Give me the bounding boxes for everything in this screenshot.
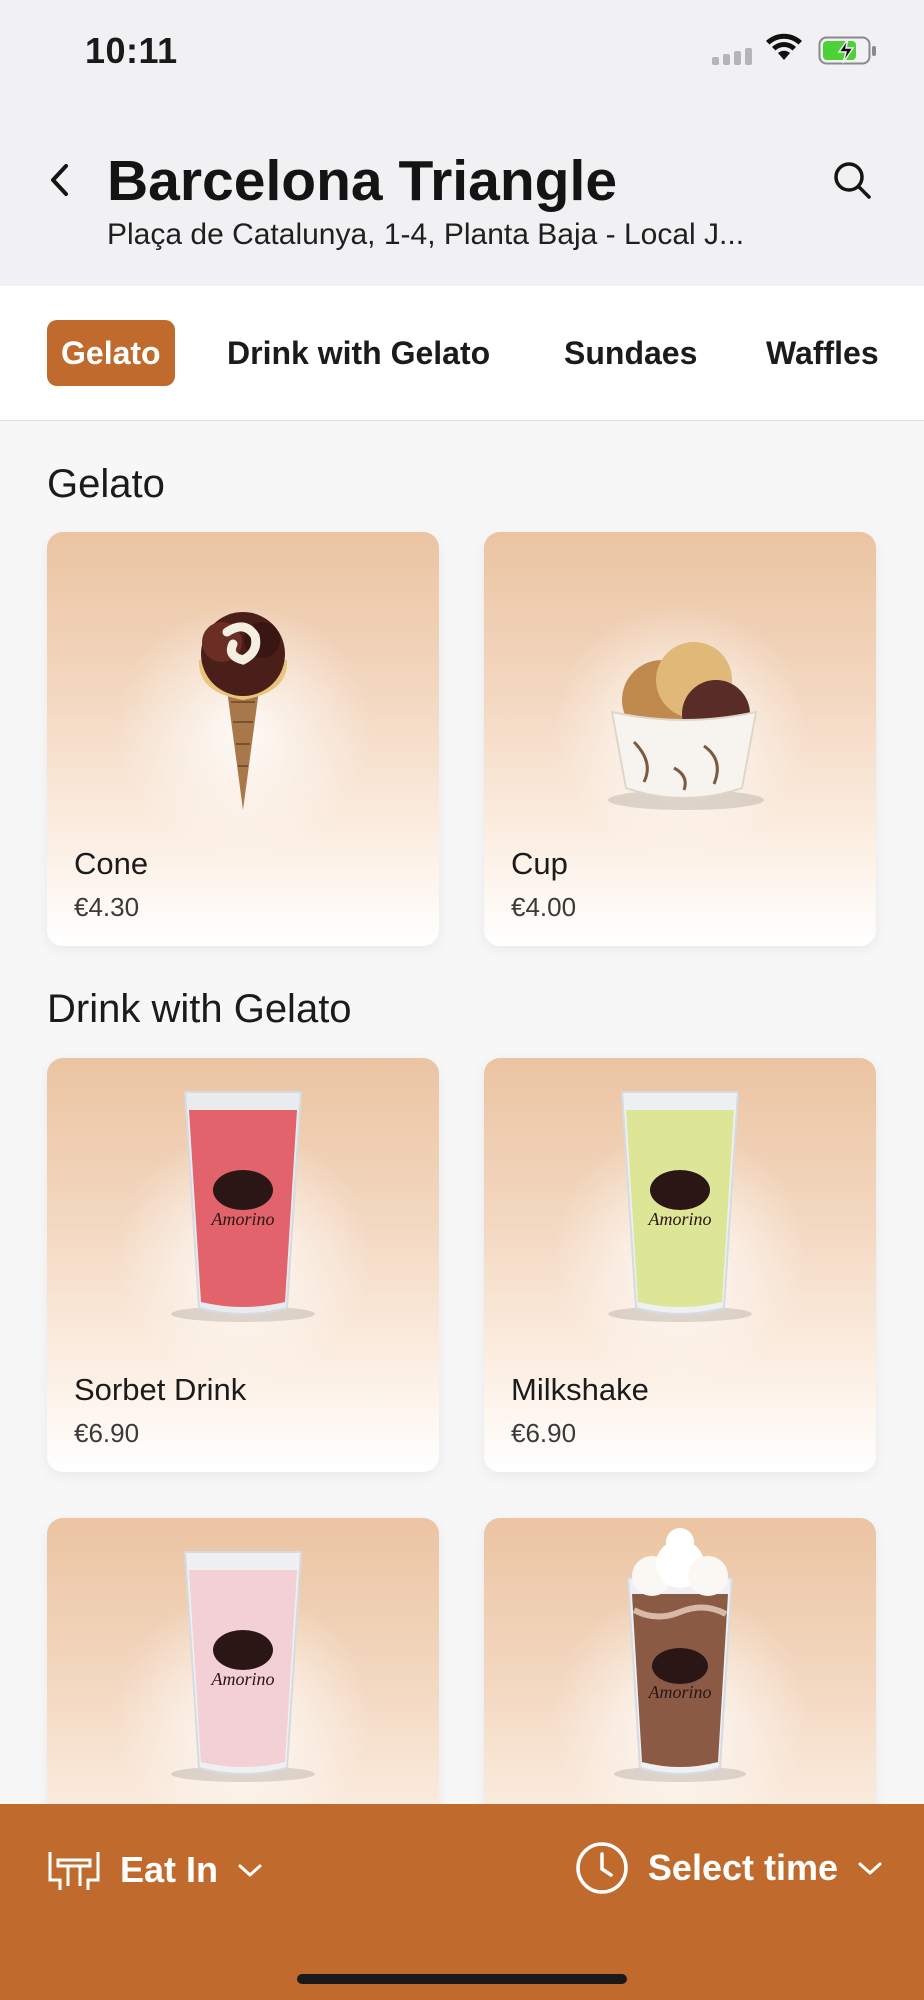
tab-drink-with-gelato[interactable]: Drink with Gelato (227, 320, 490, 386)
category-tabs: Gelato Drink with Gelato Sundaes Waffles (0, 286, 924, 421)
green-drink-glass-icon: Amorino (608, 1091, 752, 1322)
product-name: Sorbet Drink (74, 1372, 247, 1407)
amorino-logo-text: Amorino (211, 1669, 275, 1689)
chevron-down-icon (238, 1864, 262, 1877)
red-drink-glass-icon: Amorino (171, 1091, 315, 1322)
product-name: Cone (74, 846, 149, 881)
clock-icon (576, 1842, 628, 1894)
product-card-cone[interactable]: Cone €4.30 (47, 532, 439, 946)
gelato-cup-icon (608, 642, 764, 810)
dining-table-icon (48, 1852, 100, 1890)
tab-waffles[interactable]: Waffles (766, 320, 879, 386)
product-name: Cup (511, 846, 568, 881)
gelato-cone-icon (198, 612, 288, 810)
cellular-signal-icon (712, 48, 752, 65)
product-card-cup[interactable]: Cup €4.00 (484, 532, 876, 946)
pink-drink-glass-icon: Amorino (171, 1551, 315, 1782)
status-bar: 10:11 (0, 0, 924, 100)
back-chevron-icon[interactable] (42, 158, 76, 202)
wifi-icon (766, 33, 802, 60)
product-price: €6.90 (511, 1418, 577, 1448)
product-price: €4.30 (74, 892, 140, 922)
amorino-logo-text: Amorino (648, 1682, 712, 1702)
amorino-logo-text: Amorino (648, 1209, 712, 1229)
tab-sundaes[interactable]: Sundaes (564, 320, 697, 386)
product-price: €4.00 (511, 892, 577, 922)
chocolate-drink-glass-icon: Amorino (614, 1528, 746, 1782)
section-title-drink-with-gelato: Drink with Gelato (47, 987, 352, 1031)
select-time-label: Select time (647, 1847, 838, 1888)
product-card-milkshake[interactable]: Amorino Milkshake €6.90 (484, 1058, 876, 1472)
amorino-logo-text: Amorino (211, 1209, 275, 1229)
product-card-sorbet-drink[interactable]: Amorino Sorbet Drink €6.90 (47, 1058, 439, 1472)
chevron-down-icon (858, 1862, 882, 1875)
store-address: Plaça de Catalunya, 1-4, Planta Baja - L… (107, 218, 745, 251)
section-title-gelato: Gelato (47, 462, 165, 506)
battery-charging-icon (818, 36, 876, 65)
order-options-bar: Eat In Select time (0, 1804, 924, 2000)
product-price: €6.90 (74, 1418, 140, 1448)
eat-in-selector[interactable]: Eat In (46, 1846, 264, 1894)
status-time: 10:11 (85, 30, 178, 71)
product-name: Milkshake (511, 1372, 649, 1407)
select-time-selector[interactable]: Select time (574, 1840, 884, 1896)
tab-gelato[interactable]: Gelato (47, 320, 175, 386)
store-title: Barcelona Triangle (107, 149, 618, 213)
eat-in-label: Eat In (120, 1849, 219, 1890)
home-indicator[interactable] (297, 1974, 627, 1984)
search-icon[interactable] (830, 158, 876, 204)
